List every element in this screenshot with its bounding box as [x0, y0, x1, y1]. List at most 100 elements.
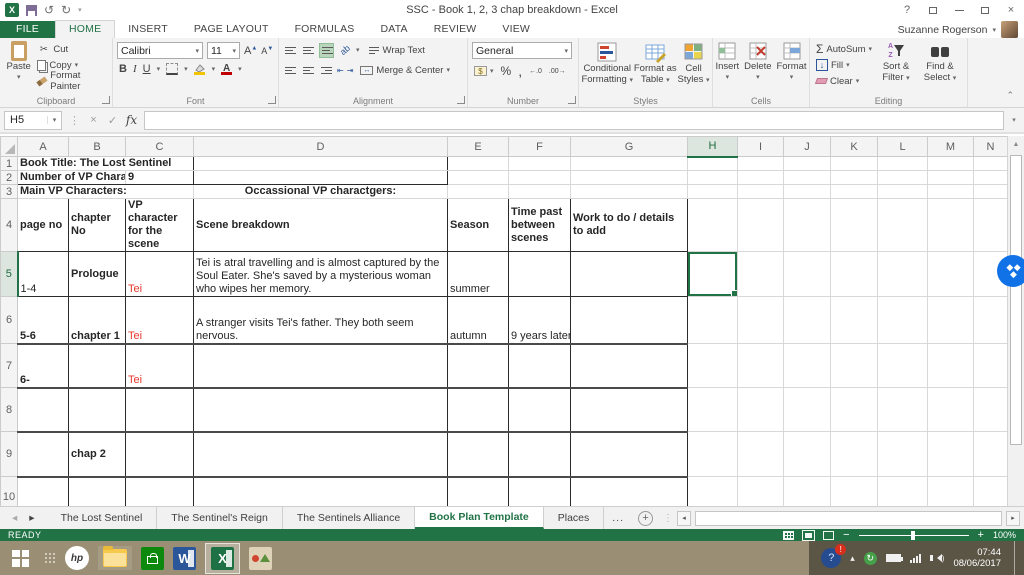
- show-desktop-button[interactable]: [1014, 541, 1018, 575]
- network-signal-icon[interactable]: [910, 554, 921, 563]
- cell[interactable]: [974, 388, 1008, 432]
- cell[interactable]: [571, 432, 688, 477]
- cell[interactable]: [194, 388, 448, 432]
- undo-button[interactable]: ↺: [44, 4, 54, 16]
- excel-taskbar-icon-active[interactable]: X: [205, 543, 240, 574]
- scroll-left-icon[interactable]: ◂: [677, 511, 691, 526]
- cell[interactable]: [831, 388, 878, 432]
- restore-button[interactable]: [972, 0, 998, 20]
- cell[interactable]: [928, 252, 974, 297]
- row-header-2[interactable]: 2: [1, 171, 18, 185]
- cell[interactable]: [688, 388, 738, 432]
- new-sheet-icon[interactable]: +: [638, 511, 653, 526]
- row-header-9[interactable]: 9: [1, 432, 18, 477]
- font-name-combo[interactable]: Calibri▾: [117, 42, 203, 59]
- tab-file[interactable]: FILE: [0, 21, 55, 38]
- cell[interactable]: [509, 432, 571, 477]
- cell[interactable]: [974, 344, 1008, 388]
- row-header-1[interactable]: 1: [1, 157, 18, 171]
- borders-button[interactable]: [166, 63, 178, 75]
- cell[interactable]: [126, 477, 194, 507]
- cell[interactable]: [974, 477, 1008, 507]
- first-sheet-icon[interactable]: ◂: [12, 512, 17, 524]
- cell[interactable]: [928, 157, 974, 171]
- cell-vp-character[interactable]: Tei: [126, 252, 194, 297]
- cell-time-past[interactable]: [509, 344, 571, 388]
- cell[interactable]: [831, 157, 878, 171]
- cell[interactable]: [509, 157, 571, 171]
- cell[interactable]: [784, 297, 831, 344]
- middle-align-icon[interactable]: [301, 43, 316, 58]
- start-button[interactable]: [12, 550, 29, 567]
- underline-caret-icon[interactable]: ▾: [157, 65, 161, 73]
- cell[interactable]: [126, 432, 194, 477]
- cell[interactable]: [831, 477, 878, 507]
- cell[interactable]: [878, 157, 928, 171]
- volume-icon[interactable]: ): [930, 554, 945, 563]
- col-header-b[interactable]: B: [69, 137, 126, 157]
- cell[interactable]: [509, 477, 571, 507]
- col-header-h-selected[interactable]: H: [688, 137, 738, 157]
- cell[interactable]: [448, 185, 509, 199]
- autosum-button[interactable]: ΣAutoSum▾: [816, 41, 872, 57]
- sheet-tab-lost-sentinel[interactable]: The Lost Sentinel: [47, 507, 158, 529]
- cell[interactable]: [448, 477, 509, 507]
- cell[interactable]: [509, 171, 571, 185]
- battery-icon[interactable]: [886, 554, 901, 562]
- format-painter-button[interactable]: Format Painter: [37, 73, 112, 89]
- help-assistant-tray-icon[interactable]: ?!: [821, 548, 841, 568]
- cell[interactable]: [928, 344, 974, 388]
- cell[interactable]: [509, 388, 571, 432]
- enter-icon[interactable]: ✓: [104, 114, 121, 127]
- cell[interactable]: [831, 297, 878, 344]
- fill-color-button[interactable]: [194, 64, 206, 75]
- percent-style-button[interactable]: %: [501, 64, 512, 78]
- cell[interactable]: [738, 252, 784, 297]
- cell[interactable]: [194, 171, 448, 185]
- tab-overflow-indicator[interactable]: ...: [604, 507, 632, 529]
- number-dialog-launcher-icon[interactable]: [568, 96, 576, 104]
- zoom-in-icon[interactable]: +: [978, 531, 984, 540]
- save-icon[interactable]: [26, 5, 37, 16]
- orientation-button[interactable]: ab: [338, 43, 352, 57]
- cell-main-vp-label[interactable]: Main VP Characters:: [18, 185, 194, 199]
- cell-work-to-do[interactable]: [571, 297, 688, 344]
- tab-data[interactable]: DATA: [368, 21, 421, 38]
- accounting-format-button[interactable]: $▾: [474, 63, 494, 79]
- font-color-button[interactable]: A: [221, 64, 232, 75]
- header-cell-season[interactable]: Season: [448, 199, 509, 252]
- font-dialog-launcher-icon[interactable]: [268, 96, 276, 104]
- cell-vp-count-label[interactable]: Number of VP Characters:: [18, 171, 126, 185]
- cell[interactable]: [738, 388, 784, 432]
- cell-work-to-do[interactable]: [571, 252, 688, 297]
- cancel-icon[interactable]: ×: [85, 114, 102, 126]
- cell[interactable]: [928, 388, 974, 432]
- store-taskbar-icon[interactable]: [141, 547, 164, 570]
- cell[interactable]: [688, 157, 738, 171]
- font-size-combo[interactable]: 11▾: [207, 42, 240, 59]
- increase-decimal-icon[interactable]: ←.0: [529, 68, 542, 75]
- sheet-tab-sentinels-alliance[interactable]: The Sentinels Alliance: [283, 507, 415, 529]
- tab-page-layout[interactable]: PAGE LAYOUT: [181, 21, 282, 38]
- cell[interactable]: [738, 157, 784, 171]
- customize-qat-icon[interactable]: ▾: [78, 6, 82, 14]
- header-cell-time-past[interactable]: Time past between scenes: [509, 199, 571, 252]
- cell[interactable]: [928, 171, 974, 185]
- taskbar-clock[interactable]: 07:44 08/06/2017: [953, 547, 1005, 569]
- help-button[interactable]: ?: [894, 0, 920, 20]
- file-explorer-taskbar-icon[interactable]: [98, 546, 132, 570]
- wrap-text-button[interactable]: Wrap Text: [367, 42, 425, 58]
- account-area[interactable]: Suzanne Rogerson ▾: [898, 21, 1024, 38]
- select-all-corner[interactable]: [1, 137, 18, 157]
- insert-function-button[interactable]: fx: [123, 113, 140, 127]
- page-break-view-icon[interactable]: [823, 531, 834, 540]
- cell[interactable]: [126, 388, 194, 432]
- row-header-6[interactable]: 6: [1, 297, 18, 344]
- comma-style-button[interactable]: ,: [518, 67, 522, 75]
- row-header-5-selected[interactable]: 5: [1, 252, 18, 297]
- row-header-7[interactable]: 7: [1, 344, 18, 388]
- cell-season[interactable]: autumn: [448, 297, 509, 344]
- cell[interactable]: [878, 477, 928, 507]
- cell[interactable]: [18, 432, 69, 477]
- cell[interactable]: [784, 388, 831, 432]
